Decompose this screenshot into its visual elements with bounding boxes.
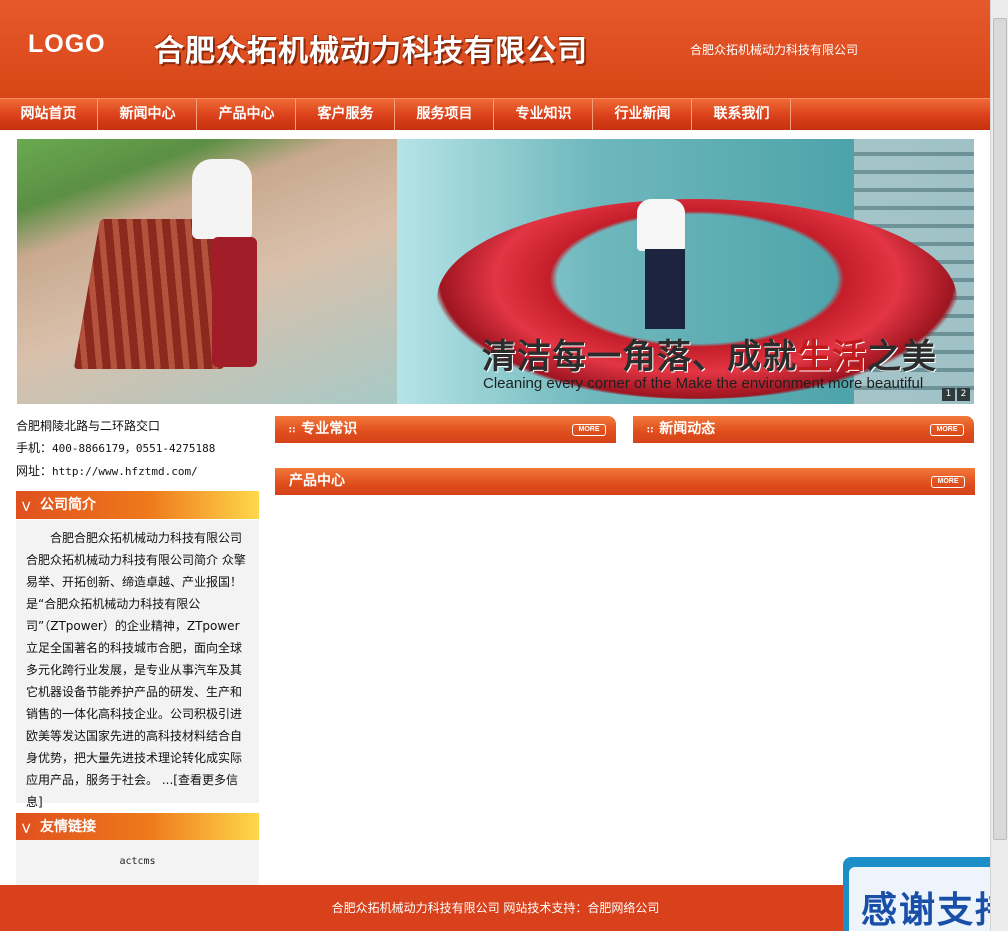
nav-item-home[interactable]: 网站首页 — [0, 99, 98, 130]
nav-item-service[interactable]: 客户服务 — [297, 99, 395, 130]
chevron-down-icon: ⋁ — [22, 501, 31, 512]
banner-worker-2 — [637, 199, 685, 251]
banner-worker-1-legs — [212, 237, 257, 367]
banner-page-1[interactable]: 1 — [942, 388, 955, 401]
banner-slogan-cn: 清洁每一角落、成就生活之美 — [482, 337, 937, 377]
nav-item-contact[interactable]: 联系我们 — [693, 99, 791, 130]
nav-item-news[interactable]: 新闻中心 — [99, 99, 197, 130]
bullet-icon: ∷ — [289, 426, 296, 436]
site-title: 合肥众拓机械动力科技有限公司 — [154, 34, 588, 69]
banner-worker-2-legs — [645, 249, 685, 329]
nav-item-projects[interactable]: 服务项目 — [396, 99, 494, 130]
vertical-scrollbar[interactable] — [990, 0, 1008, 931]
contact-phone: 手机：400-8866179，0551-4275188 — [16, 441, 216, 455]
friend-link-item[interactable]: actcms — [16, 856, 259, 867]
floating-ad-text: 感谢支持 — [861, 890, 1008, 931]
company-intro-text: 合肥合肥众拓机械动力科技有限公司合肥众拓机械动力科技有限公司简介 众擎易举、开拓… — [26, 531, 246, 809]
banner-worker-1 — [192, 159, 252, 239]
section-bar-products: 产品中心 MORE — [275, 468, 975, 495]
nav-item-products[interactable]: 产品中心 — [198, 99, 296, 130]
banner-page-2[interactable]: 2 — [957, 388, 970, 401]
chevron-down-icon: ⋁ — [22, 823, 31, 834]
header: LOGO 合肥众拓机械动力科技有限公司 合肥众拓机械动力科技有限公司 — [0, 0, 991, 98]
nav-item-knowledge[interactable]: 专业知识 — [495, 99, 593, 130]
friend-links-box: actcms — [16, 840, 259, 885]
more-button-products[interactable]: MORE — [931, 476, 965, 488]
section-bar-news: ∷ 新闻动态 MORE — [633, 416, 974, 443]
page: LOGO 合肥众拓机械动力科技有限公司 合肥众拓机械动力科技有限公司 网站首页 … — [0, 0, 991, 931]
logo[interactable]: LOGO — [28, 30, 106, 59]
header-company-name: 合肥众拓机械动力科技有限公司 — [690, 43, 859, 57]
banner-slogan-en: Cleaning every corner of the Make the en… — [483, 375, 924, 392]
contact-info: 合肥桐陵北路与二环路交口 手机：400-8866179，0551-4275188… — [16, 415, 256, 483]
main-nav: 网站首页 新闻中心 产品中心 客户服务 服务项目 专业知识 行业新闻 联系我们 — [0, 98, 991, 130]
contact-address: 合肥桐陵北路与二环路交口 — [16, 419, 161, 433]
bullet-icon: ∷ — [647, 426, 654, 436]
company-intro-box: 合肥合肥众拓机械动力科技有限公司合肥众拓机械动力科技有限公司简介 众擎易举、开拓… — [16, 520, 259, 809]
nav-item-industry[interactable]: 行业新闻 — [594, 99, 692, 130]
more-button-news[interactable]: MORE — [930, 424, 964, 436]
banner-pager: 12 — [940, 385, 970, 401]
more-button-knowledge[interactable]: MORE — [572, 424, 606, 436]
section-bar-knowledge: ∷ 专业常识 MORE — [275, 416, 616, 443]
banner-slideshow[interactable]: 清洁每一角落、成就生活之美 Cleaning every corner of t… — [17, 139, 974, 404]
scrollbar-thumb[interactable] — [993, 18, 1007, 840]
contact-website: 网址：http://www.hfztmd.com/ — [16, 464, 198, 478]
floating-ad[interactable]: 感谢支持 — [843, 857, 1008, 931]
friend-links-title: ⋁ 友情链接 — [16, 813, 259, 841]
company-intro-title: ⋁ 公司简介 — [16, 491, 259, 519]
